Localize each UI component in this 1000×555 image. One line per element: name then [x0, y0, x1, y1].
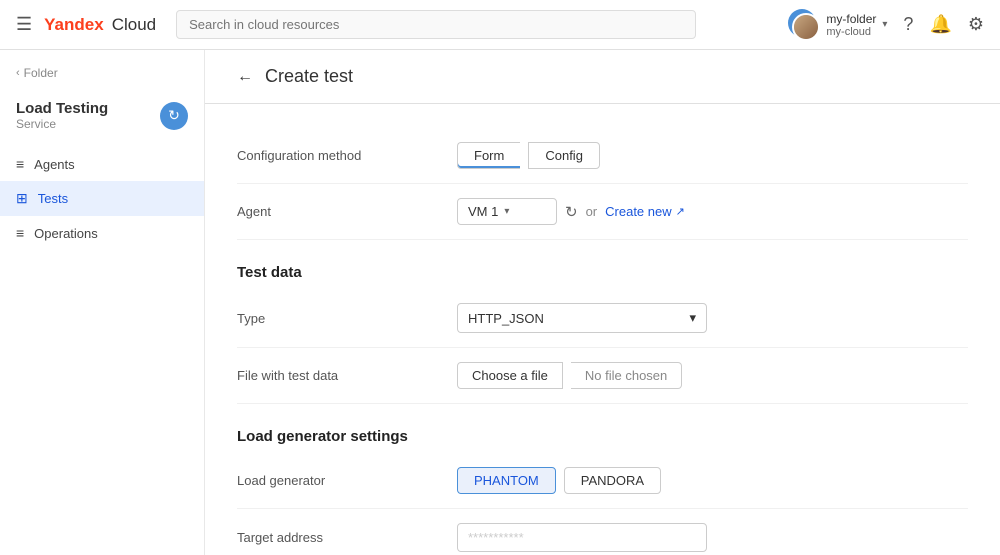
user-photo [792, 13, 820, 41]
settings-icon[interactable]: ⚙ [968, 14, 984, 35]
user-folder-info: my-folder my-cloud [826, 12, 876, 38]
search-bar[interactable] [176, 10, 696, 39]
service-info: Load Testing Service [16, 100, 108, 131]
search-input[interactable] [176, 10, 696, 39]
file-row: File with test data Choose a file No fil… [237, 348, 968, 404]
pandora-button[interactable]: PANDORA [564, 467, 661, 494]
sidebar-item-label: Operations [34, 226, 98, 241]
agent-refresh-button[interactable]: ↻ [565, 203, 578, 221]
agent-control: VM 1 ▾ ↻ or Create new ↗ [457, 198, 968, 225]
agent-label: Agent [237, 204, 457, 219]
type-row: Type HTTP_JSON ▾ [237, 289, 968, 348]
form-container: Configuration method Form Config Agent V… [205, 104, 1000, 555]
type-chevron-icon: ▾ [689, 310, 696, 326]
file-chosen-text: No file chosen [571, 362, 682, 389]
operations-icon: ≡ [16, 225, 24, 241]
sidebar-item-operations[interactable]: ≡ Operations [0, 216, 204, 250]
phantom-button[interactable]: PHANTOM [457, 467, 556, 494]
back-arrow-icon: ‹ [16, 67, 20, 79]
sidebar-item-label: Tests [38, 191, 68, 206]
type-control: HTTP_JSON ▾ [457, 303, 968, 333]
target-addr-input[interactable] [457, 523, 707, 552]
config-method-label: Configuration method [237, 148, 457, 163]
main-content: ← Create test Configuration method Form … [205, 50, 1000, 555]
help-icon[interactable]: ? [903, 14, 913, 35]
service-sub: Service [16, 117, 108, 131]
load-gen-control: PHANTOM PANDORA [457, 467, 968, 494]
chevron-down-icon: ▾ [882, 19, 887, 30]
sidebar-nav: ≡ Agents ⊞ Tests ≡ Operations [0, 147, 204, 250]
hamburger-icon[interactable]: ☰ [16, 14, 32, 35]
agent-row: Agent VM 1 ▾ ↻ or Create new ↗ [237, 184, 968, 240]
create-new-label: Create new [605, 204, 671, 219]
user-avatar-stack: SE [788, 9, 820, 41]
logo-cloud: Cloud [112, 15, 156, 35]
agents-icon: ≡ [16, 156, 24, 172]
file-control: Choose a file No file chosen [457, 362, 968, 389]
page-title: Create test [265, 66, 353, 87]
create-new-link[interactable]: Create new ↗ [605, 204, 685, 219]
sidebar-service: Load Testing Service ↻ [0, 92, 204, 139]
test-data-section-title: Test data [237, 264, 968, 281]
sidebar-item-tests[interactable]: ⊞ Tests [0, 181, 204, 216]
form-tab-button[interactable]: Form [457, 142, 520, 169]
service-refresh-button[interactable]: ↻ [160, 102, 188, 130]
back-button[interactable]: ← [237, 68, 253, 86]
page-header: ← Create test [205, 50, 1000, 104]
target-addr-control [457, 523, 968, 552]
cloud-name: my-cloud [826, 26, 876, 38]
or-text: or [586, 204, 598, 219]
user-info[interactable]: SE my-folder my-cloud ▾ [788, 9, 887, 41]
layout: ‹ Folder Load Testing Service ↻ ≡ Agents… [0, 50, 1000, 555]
topbar-right: SE my-folder my-cloud ▾ ? 🔔 ⚙ [788, 9, 984, 41]
target-addr-row: Target address [237, 509, 968, 555]
folder-label: Folder [24, 66, 58, 80]
type-value: HTTP_JSON [468, 311, 544, 326]
file-label: File with test data [237, 368, 457, 383]
service-name: Load Testing [16, 100, 108, 117]
external-link-icon: ↗ [676, 205, 685, 218]
agent-dropdown[interactable]: VM 1 ▾ [457, 198, 557, 225]
config-method-row: Configuration method Form Config [237, 128, 968, 184]
sidebar-item-agents[interactable]: ≡ Agents [0, 147, 204, 181]
target-addr-label: Target address [237, 530, 457, 545]
sidebar-folder[interactable]: ‹ Folder [0, 66, 204, 92]
choose-file-button[interactable]: Choose a file [457, 362, 563, 389]
load-gen-row: Load generator PHANTOM PANDORA [237, 453, 968, 509]
folder-name: my-folder [826, 12, 876, 26]
chevron-down-icon: ▾ [504, 206, 509, 217]
logo-yandex: Yandex [44, 15, 104, 35]
sidebar: ‹ Folder Load Testing Service ↻ ≡ Agents… [0, 50, 205, 555]
agent-value: VM 1 [468, 204, 498, 219]
sidebar-item-label: Agents [34, 157, 74, 172]
type-dropdown[interactable]: HTTP_JSON ▾ [457, 303, 707, 333]
topbar: ☰ Yandex Cloud SE my-folder my-cloud ▾ ?… [0, 0, 1000, 50]
type-label: Type [237, 311, 457, 326]
app-logo: Yandex Cloud [44, 15, 156, 35]
bell-icon[interactable]: 🔔 [929, 14, 951, 35]
load-gen-section-title: Load generator settings [237, 428, 968, 445]
load-gen-label: Load generator [237, 473, 457, 488]
tests-icon: ⊞ [16, 190, 28, 207]
config-tab-button[interactable]: Config [528, 142, 600, 169]
config-method-control: Form Config [457, 142, 968, 169]
